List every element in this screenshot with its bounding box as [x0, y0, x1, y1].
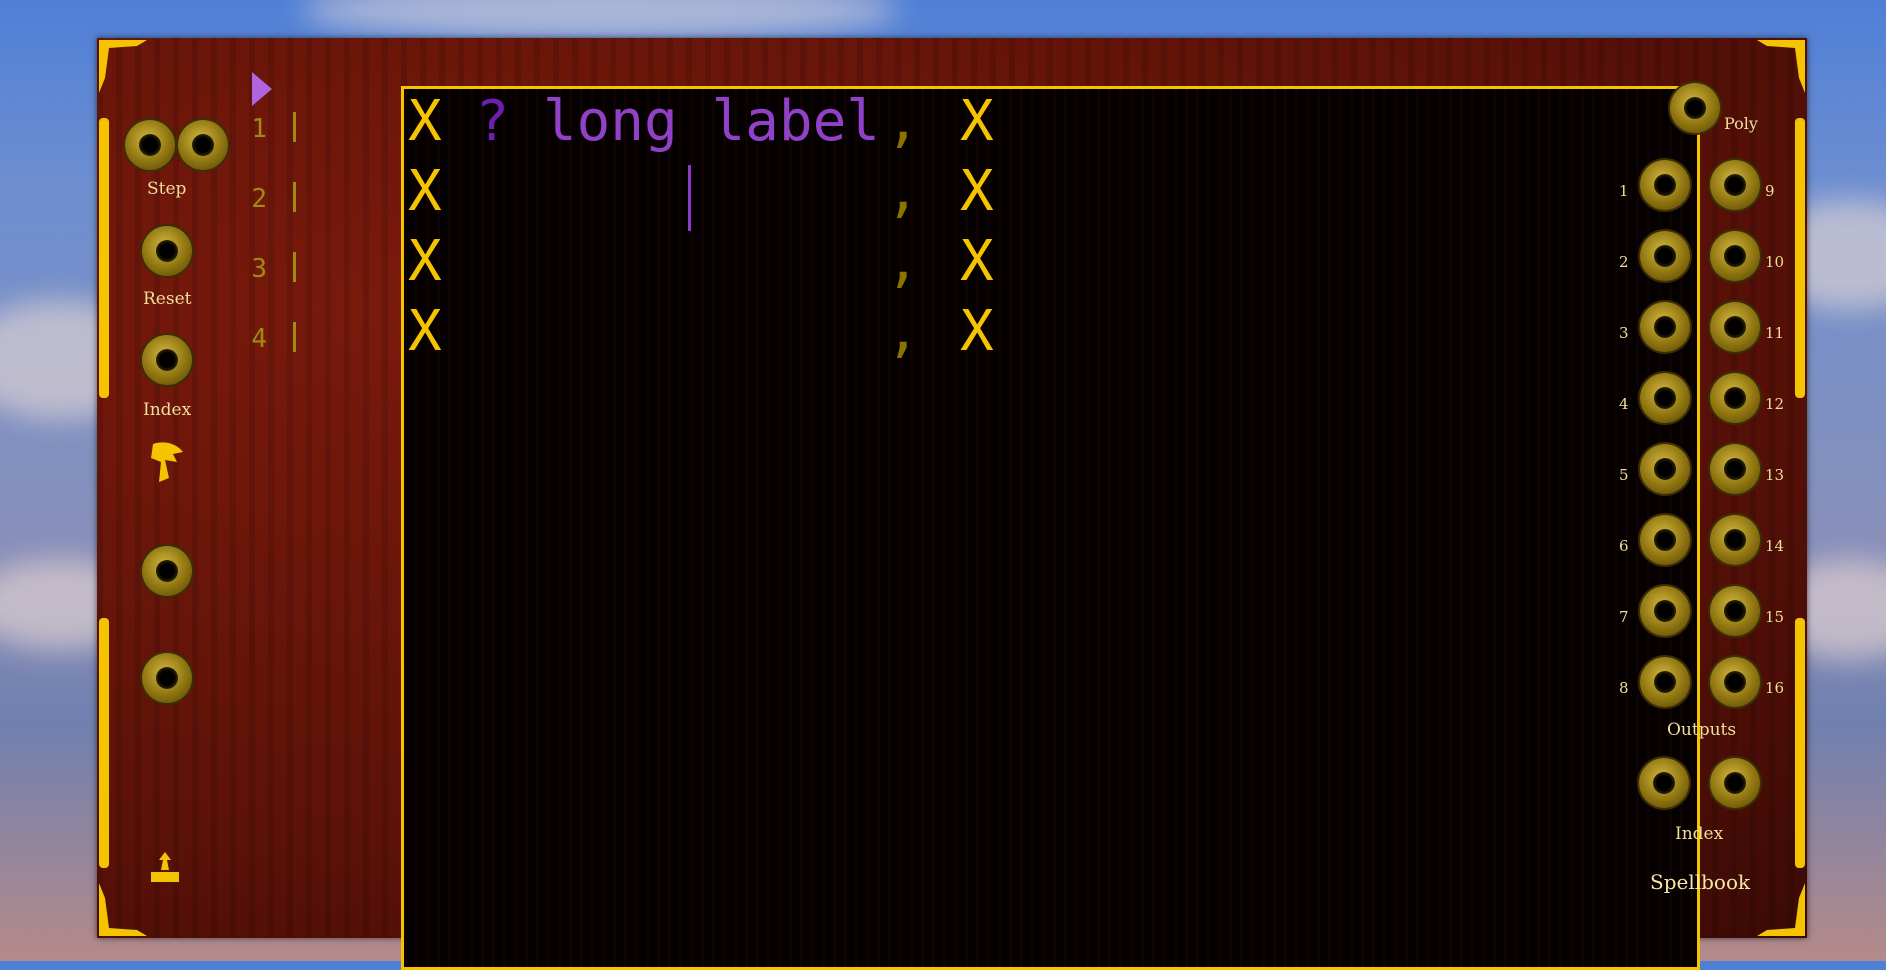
index-input-jack[interactable]: [142, 335, 192, 385]
step-input-jack[interactable]: [125, 120, 175, 170]
line-gutter-bar: [293, 252, 296, 282]
output-number-label: 3: [1619, 324, 1629, 342]
reset-input-jack[interactable]: [142, 226, 192, 276]
spellbook-altar-icon: [145, 848, 185, 888]
rune-logo-icon: [147, 440, 187, 484]
corner-ornament-icon: [97, 38, 157, 98]
output-jack-14[interactable]: [1710, 515, 1760, 565]
output-jack-6[interactable]: [1640, 515, 1690, 565]
current-line-arrow-icon: [252, 72, 272, 106]
output-number-label: 11: [1765, 324, 1785, 342]
output-jack-10[interactable]: [1710, 231, 1760, 281]
line-number: 3: [251, 254, 267, 284]
output-jack-4[interactable]: [1640, 373, 1690, 423]
line-gutter-bar: [293, 112, 296, 142]
output-jack-15[interactable]: [1710, 586, 1760, 636]
editor-line[interactable]: X, X: [408, 229, 994, 295]
output-number-label: 5: [1619, 466, 1629, 484]
output-jack-3[interactable]: [1640, 302, 1690, 352]
edge-ornament: [99, 118, 109, 398]
input-jack-a[interactable]: [142, 546, 192, 596]
output-jack-12[interactable]: [1710, 373, 1760, 423]
output-number-label: 2: [1619, 253, 1629, 271]
output-number-label: 1: [1619, 182, 1629, 200]
output-jack-2[interactable]: [1640, 231, 1690, 281]
output-number-label: 16: [1765, 679, 1785, 697]
editor-line[interactable]: X, X: [408, 159, 994, 225]
output-number-label: 13: [1765, 466, 1785, 484]
line-number: 4: [251, 324, 267, 354]
editor-line[interactable]: X, X: [408, 299, 994, 365]
corner-ornament-icon: [1747, 878, 1807, 938]
line-number: 2: [251, 184, 267, 214]
spellbook-module-panel: Step Reset Index 1234 X ? long label, X X,…: [97, 38, 1807, 970]
step-input-jack-2[interactable]: [178, 120, 228, 170]
column-1-cell: X: [408, 159, 442, 224]
column-2-cell: X: [960, 299, 994, 364]
separator-comma: ,: [886, 229, 920, 294]
column-1-cell: X: [408, 89, 442, 154]
output-number-label: 7: [1619, 608, 1629, 626]
output-jack-13[interactable]: [1710, 444, 1760, 494]
output-number-label: 15: [1765, 608, 1785, 626]
outputs-label: Outputs: [1667, 720, 1737, 740]
output-number-label: 4: [1619, 395, 1629, 413]
output-number-label: 6: [1619, 537, 1629, 555]
line-gutter-bar: [293, 322, 296, 352]
output-number-label: 14: [1765, 537, 1785, 555]
text-cursor: [688, 165, 691, 231]
editor-line[interactable]: X ? long label, X: [408, 89, 994, 155]
module-title: Spellbook: [1650, 870, 1751, 894]
index-output-label: Index: [1675, 824, 1724, 844]
output-jack-11[interactable]: [1710, 302, 1760, 352]
output-jack-16[interactable]: [1710, 657, 1760, 707]
edge-ornament: [99, 618, 109, 868]
input-jack-b[interactable]: [142, 653, 192, 703]
index-output-jack-2[interactable]: [1710, 758, 1760, 808]
column-1-cell: X: [408, 299, 442, 364]
output-number-label: 8: [1619, 679, 1629, 697]
separator-comma: ,: [886, 89, 920, 154]
poly-label: Poly: [1724, 114, 1758, 133]
separator-comma: ,: [886, 159, 920, 224]
poly-output-jack[interactable]: [1670, 83, 1720, 133]
output-jack-8[interactable]: [1640, 657, 1690, 707]
line-number: 1: [251, 114, 267, 144]
step-label-text: ? long label: [475, 89, 881, 154]
edge-ornament: [1795, 618, 1805, 868]
step-label: Step: [147, 179, 187, 199]
edge-ornament: [1795, 118, 1805, 398]
line-gutter-bar: [293, 182, 296, 212]
script-editor[interactable]: X ? long label, X X, X X, X X, X: [401, 86, 1700, 970]
output-jack-5[interactable]: [1640, 444, 1690, 494]
output-jack-1[interactable]: [1640, 160, 1690, 210]
index-output-jack-1[interactable]: [1639, 758, 1689, 808]
corner-ornament-icon: [1747, 38, 1807, 98]
output-jack-7[interactable]: [1640, 586, 1690, 636]
column-1-cell: X: [408, 229, 442, 294]
output-jack-9[interactable]: [1710, 160, 1760, 210]
column-2-cell: X: [960, 229, 994, 294]
separator-comma: ,: [886, 299, 920, 364]
output-number-label: 9: [1765, 182, 1775, 200]
reset-label: Reset: [143, 289, 192, 309]
output-number-label: 10: [1765, 253, 1785, 271]
index-label: Index: [143, 400, 192, 420]
output-number-label: 12: [1765, 395, 1785, 413]
column-2-cell: X: [960, 159, 994, 224]
column-2-cell: X: [960, 89, 994, 154]
cloud: [300, 0, 900, 40]
